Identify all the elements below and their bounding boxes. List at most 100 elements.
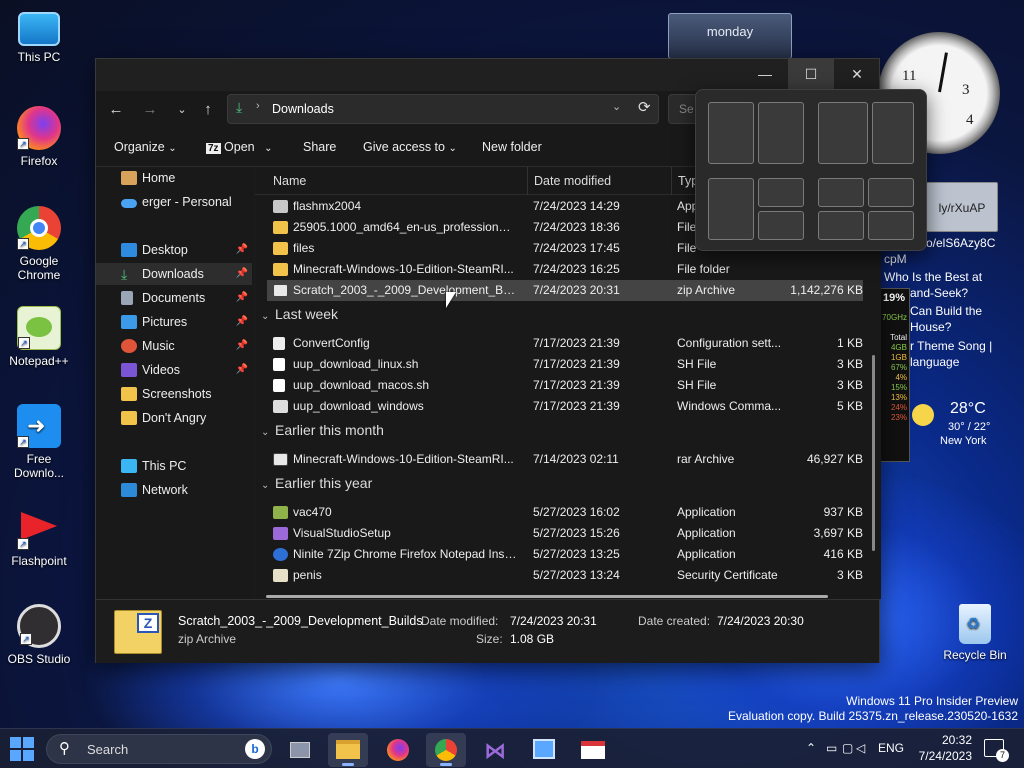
vertical-scrollbar[interactable] — [872, 355, 875, 551]
snap-layout-narrow-right[interactable] — [872, 102, 914, 164]
up-icon[interactable]: ↑ — [196, 99, 220, 121]
taskbar-app-firefox[interactable] — [378, 733, 418, 767]
refresh-icon[interactable]: ⟳ — [638, 98, 651, 116]
file-row[interactable]: Minecraft-Windows-10-Edition-SteamRI... 7… — [267, 449, 863, 470]
file-row[interactable]: penis 5/27/2023 13:24 Security Certificate… — [267, 565, 863, 586]
group-header-earlier-this-month[interactable]: ⌄ Earlier this month — [261, 422, 384, 438]
title-bar[interactable]: — ☐ ✕ — [96, 59, 879, 91]
sidebar-item-this-pc[interactable]: This PC — [96, 455, 252, 477]
taskbar-app-file-explorer[interactable] — [328, 733, 368, 767]
network-tray-icon[interactable]: ▢ — [842, 741, 853, 755]
recent-chevron-icon[interactable]: ⌄ — [170, 99, 194, 121]
feed-item[interactable]: Can Build the — [910, 304, 982, 318]
sidebar-item-desktop[interactable]: Desktop 📌 — [96, 239, 252, 261]
show-hidden-icons-chevron-icon[interactable]: ⌃ — [806, 741, 816, 755]
pin-icon[interactable]: 📌 — [236, 239, 248, 261]
pin-icon[interactable]: 📌 — [236, 263, 248, 285]
snap-layout-quad-br[interactable] — [868, 211, 914, 240]
snap-layout-quad-bl[interactable] — [818, 211, 864, 240]
desktop-icon-chrome[interactable]: ↗ Google Chrome — [1, 206, 77, 282]
file-row[interactable]: Minecraft-Windows-10-Edition-SteamRI... 7… — [267, 259, 863, 280]
open-menu[interactable]: 7z Open ⌄ — [206, 140, 273, 154]
feed-item[interactable]: r Theme Song | — [910, 339, 992, 353]
desktop-icon-free-download[interactable]: ➜ ↗ Free Downlo... — [1, 404, 77, 480]
taskbar-app-chrome[interactable] — [426, 733, 466, 767]
taskbar-app-visual-studio[interactable]: ⋈ — [475, 733, 515, 767]
sidebar-item-dont-angry[interactable]: Don't Angry — [96, 407, 252, 429]
file-row[interactable]: Ninite 7Zip Chrome Firefox Notepad Inst.… — [267, 544, 863, 565]
feed-link-box[interactable]: ly/rXuAP — [926, 182, 998, 232]
feed-item[interactable]: Who Is the Best at — [884, 270, 982, 284]
sidebar-item-videos[interactable]: Videos 📌 — [96, 359, 252, 381]
snap-layout-quad-tr[interactable] — [868, 178, 914, 207]
sidebar-item-downloads[interactable]: ⤓ Downloads 📌 — [96, 263, 252, 285]
sidebar-item-network[interactable]: Network — [96, 479, 252, 501]
desktop-icon-notepadpp[interactable]: ↗ Notepad++ — [1, 306, 77, 368]
notification-center-button[interactable]: 7 — [984, 739, 1009, 762]
desktop-icon-flashpoint[interactable]: ↗ Flashpoint — [1, 506, 77, 568]
file-type: SH File — [677, 378, 717, 392]
maximize-button[interactable]: ☐ — [788, 59, 834, 91]
new-folder-button[interactable]: New folder — [482, 140, 542, 154]
file-row[interactable]: ConvertConfig 7/17/2023 21:39 Configuratio… — [267, 333, 863, 354]
snap-layout-top-right[interactable] — [758, 178, 804, 207]
desktop-icon-recycle-bin[interactable]: ♻ Recycle Bin — [937, 604, 1013, 662]
address-dropdown-icon[interactable]: ⌄ — [612, 100, 621, 113]
task-view-button[interactable] — [280, 733, 320, 767]
file-row[interactable]: vac470 5/27/2023 16:02 Application 937 KB — [267, 502, 863, 523]
file-row[interactable]: uup_download_macos.sh 7/17/2023 21:39 SH F… — [267, 375, 863, 396]
sidebar-item-home[interactable]: Home — [96, 167, 252, 189]
start-button[interactable] — [10, 737, 34, 761]
snap-layout-half-right[interactable] — [758, 102, 804, 164]
clock[interactable]: 20:32 7/24/2023 — [912, 732, 972, 764]
file-row[interactable]: VisualStudioSetup 5/27/2023 15:26 Applicat… — [267, 523, 863, 544]
file-row[interactable]: uup_download_windows 7/17/2023 21:39 Windo… — [267, 396, 863, 417]
snap-layout-half-left[interactable] — [708, 102, 754, 164]
organize-menu[interactable]: Organize ⌄ — [114, 140, 177, 154]
column-name[interactable]: Name — [273, 174, 306, 188]
file-row-selected[interactable]: Scratch_2003_-_2009_Development_Builds 7/… — [267, 280, 863, 301]
pin-icon[interactable]: 📌 — [236, 311, 248, 333]
file-row[interactable]: uup_download_linux.sh 7/17/2023 21:39 SH F… — [267, 354, 863, 375]
feed-item[interactable]: House? — [910, 320, 951, 334]
group-header-earlier-this-year[interactable]: ⌄ Earlier this year — [261, 475, 372, 491]
pin-icon[interactable]: 📌 — [236, 335, 248, 357]
give-access-menu[interactable]: Give access to ⌄ — [363, 140, 457, 154]
forward-icon[interactable]: → — [138, 99, 162, 121]
horizontal-scrollbar[interactable] — [266, 595, 828, 598]
bing-icon[interactable]: b — [245, 739, 265, 759]
feed-item[interactable]: language — [910, 355, 959, 369]
group-header-last-week[interactable]: ⌄ Last week — [261, 306, 338, 322]
taskbar-search-box[interactable]: ⚲ Search b — [46, 734, 272, 764]
snap-layout-wide-left[interactable] — [818, 102, 868, 164]
sidebar-item-music[interactable]: Music 📌 — [96, 335, 252, 357]
desktop-icon-firefox[interactable]: ↗ Firefox — [1, 106, 77, 168]
address-bar[interactable]: ⤓ › Downloads ⌄ ⟳ — [227, 94, 659, 124]
feed-link2[interactable]: o/elS6Azy8C — [926, 236, 995, 250]
devices-icon[interactable]: ▭ — [826, 741, 837, 755]
language-indicator[interactable]: ENG — [878, 741, 904, 755]
sidebar-item-screenshots[interactable]: Screenshots — [96, 383, 252, 405]
close-button[interactable]: ✕ — [834, 59, 880, 91]
sidebar-item-documents[interactable]: Documents 📌 — [96, 287, 252, 309]
folder-icon — [273, 221, 288, 234]
feed-item[interactable]: cpM — [884, 252, 907, 266]
column-date-modified[interactable]: Date modified — [534, 174, 611, 188]
pin-icon[interactable]: 📌 — [236, 359, 248, 381]
taskbar-app-control-panel[interactable] — [524, 733, 564, 767]
desktop-icon-this-pc[interactable]: This PC — [1, 10, 77, 64]
feed-item[interactable]: and-Seek? — [910, 286, 968, 300]
taskbar-app-news[interactable] — [573, 733, 613, 767]
sidebar-item-label: Screenshots — [142, 387, 212, 401]
share-button[interactable]: Share — [303, 140, 336, 154]
desktop-icon-obs[interactable]: ↗ OBS Studio — [1, 604, 77, 666]
back-icon[interactable]: ← — [104, 99, 128, 121]
snap-layout-bottom-right[interactable] — [758, 211, 804, 240]
snap-layout-main-left[interactable] — [708, 178, 754, 240]
pin-icon[interactable]: 📌 — [236, 287, 248, 309]
sidebar-item-onedrive[interactable]: erger - Personal — [96, 191, 252, 213]
sidebar-item-pictures[interactable]: Pictures 📌 — [96, 311, 252, 333]
minimize-button[interactable]: — — [742, 59, 788, 91]
snap-layout-quad-tl[interactable] — [818, 178, 864, 207]
volume-icon[interactable]: ◁ — [856, 741, 865, 755]
